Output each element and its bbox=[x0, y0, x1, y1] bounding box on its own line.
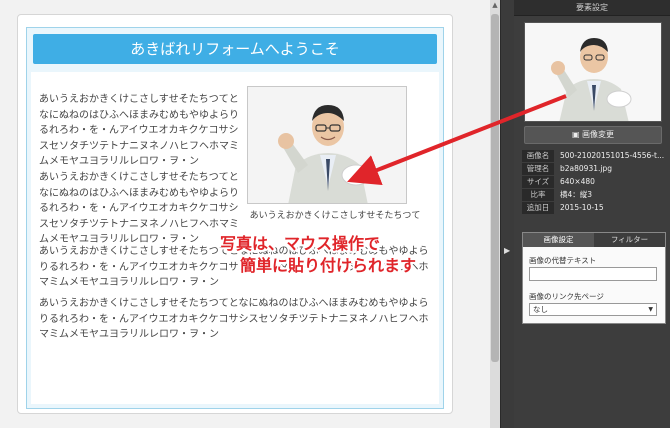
editor-root: あきばれリフォームへようこそ あいうえおかきくけこさしすせそたちつてとなにぬねの… bbox=[0, 0, 670, 428]
alt-text-label: 画像の代替テキスト bbox=[529, 256, 597, 265]
info-row-date: 追加日 2015-10-15 bbox=[522, 202, 666, 214]
annotation-text-line-2: 簡単に貼り付けられます bbox=[240, 256, 417, 275]
info-value: 500-21020151015-4556-t... bbox=[560, 151, 665, 160]
canvas-scrollbar[interactable]: ▲ bbox=[490, 0, 500, 428]
person-photo-graphic bbox=[248, 87, 406, 203]
info-row-filename: 管理名 b2a80931.jpg bbox=[522, 163, 666, 175]
info-key: 比率 bbox=[522, 189, 554, 201]
info-value: 640×480 bbox=[560, 177, 595, 186]
scroll-up-icon[interactable]: ▲ bbox=[490, 0, 500, 10]
photo-image[interactable] bbox=[247, 86, 407, 204]
collapse-arrow-icon[interactable]: ▶ bbox=[504, 246, 510, 255]
info-key: 画像名 bbox=[522, 150, 554, 162]
photo-caption[interactable]: あいうえおかきくけこさしすせそたちつて bbox=[239, 210, 431, 223]
image-info-table: 画像名 500-21020151015-4556-t... 管理名 b2a809… bbox=[522, 150, 666, 215]
info-key: 追加日 bbox=[522, 202, 554, 214]
info-value: 2015-10-15 bbox=[560, 203, 604, 212]
info-row-size: サイズ 640×480 bbox=[522, 176, 666, 188]
alt-text-input[interactable] bbox=[529, 267, 657, 281]
info-value: b2a80931.jpg bbox=[560, 164, 612, 173]
text-paragraph[interactable]: あいうえおかきくけこさしすせそたちつてとなにぬねのはひふへほまみむめもやゆよらり… bbox=[39, 170, 239, 248]
settings-tabs: 画像設定 フィルター bbox=[523, 233, 665, 247]
image-icon: ▣ bbox=[571, 130, 583, 139]
info-key: 管理名 bbox=[522, 163, 554, 175]
text-paragraph[interactable]: あいうえおかきくけこさしすせそたちつてとなにぬねのはひふへほまみむめもやゆよらり… bbox=[39, 92, 239, 170]
scrollbar-thumb[interactable] bbox=[491, 14, 499, 362]
annotation-text-line-1: 写真は、マウス操作で bbox=[220, 234, 381, 253]
tab-filter[interactable]: フィルター bbox=[594, 233, 665, 247]
info-value: 横4：縦3 bbox=[560, 190, 593, 199]
tab-image-settings[interactable]: 画像設定 bbox=[523, 233, 594, 247]
info-row-name: 画像名 500-21020151015-4556-t... bbox=[522, 150, 666, 162]
dropdown-arrow-icon: ▼ bbox=[648, 306, 653, 313]
text-paragraph[interactable]: あいうえおかきくけこさしすせそたちつてとなにぬねのはひふへほまみむめもやゆよらり… bbox=[39, 296, 435, 343]
page-banner-title[interactable]: あきばれリフォームへようこそ bbox=[33, 34, 437, 64]
link-page-label: 画像のリンク先ページ bbox=[529, 292, 604, 301]
link-page-value: なし bbox=[533, 305, 548, 314]
info-key: サイズ bbox=[522, 176, 554, 188]
change-image-button[interactable]: ▣ 画像変更 bbox=[524, 126, 662, 144]
page-preview: あきばれリフォームへようこそ あいうえおかきくけこさしすせそたちつてとなにぬねの… bbox=[17, 14, 453, 414]
content-section[interactable]: あきばれリフォームへようこそ あいうえおかきくけこさしすせそたちつてとなにぬねの… bbox=[26, 27, 444, 409]
settings-tab-box: 画像設定 フィルター 画像の代替テキスト 画像のリンク先ページ なし ▼ bbox=[522, 232, 666, 324]
properties-panel: 要素設定 ▣ 画像変更 画像名 500-21020151015-4556-t..… bbox=[514, 0, 670, 428]
link-page-select[interactable]: なし ▼ bbox=[529, 303, 657, 316]
info-row-ratio: 比率 横4：縦3 bbox=[522, 189, 666, 201]
panel-collapse-strip[interactable]: ▶ bbox=[500, 0, 514, 428]
person-thumbnail-graphic bbox=[525, 23, 661, 121]
image-thumbnail bbox=[524, 22, 662, 122]
editor-canvas: あきばれリフォームへようこそ あいうえおかきくけこさしすせそたちつてとなにぬねの… bbox=[0, 0, 490, 428]
change-image-label: 画像変更 bbox=[582, 130, 615, 139]
panel-title: 要素設定 bbox=[514, 0, 670, 16]
